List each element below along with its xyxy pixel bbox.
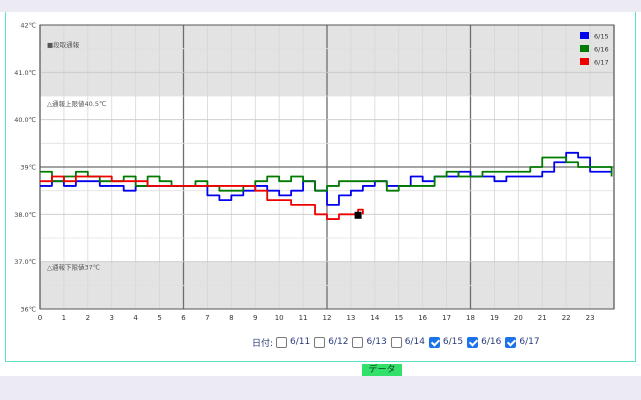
- legend-entry: 6/15: [594, 33, 609, 41]
- legend-entry: 6/17: [594, 59, 609, 67]
- x-tick-label: 10: [275, 314, 284, 322]
- date-option-label: 6/16: [481, 337, 502, 347]
- date-checkbox[interactable]: [352, 336, 364, 348]
- x-tick-label: 22: [562, 314, 571, 322]
- x-tick-label: 16: [418, 314, 427, 322]
- date-option-label: 6/17: [519, 337, 540, 347]
- x-tick-label: 2: [86, 314, 90, 322]
- date-option-6-14[interactable]: 6/14: [390, 336, 425, 348]
- y-tick-label: 38.0℃: [14, 211, 36, 219]
- x-tick-label: 14: [370, 314, 379, 322]
- date-option-label: 6/13: [366, 337, 387, 347]
- x-tick-label: 7: [205, 314, 209, 322]
- y-tick-label: 36℃: [20, 306, 36, 314]
- date-option-6-16[interactable]: 6/16: [467, 336, 502, 348]
- date-checkbox[interactable]: [314, 336, 326, 348]
- x-tick-label: 23: [586, 314, 595, 322]
- legend-swatch: [580, 45, 589, 52]
- x-tick-label: 17: [442, 314, 451, 322]
- band-label: △通報上限値40.5℃: [47, 99, 106, 108]
- date-option-label: 6/12: [328, 337, 349, 347]
- date-option-label: 6/15: [442, 337, 464, 347]
- x-tick-label: 5: [157, 314, 161, 322]
- legend-swatch: [580, 32, 589, 39]
- legend-entry: 6/16: [594, 46, 609, 54]
- x-tick-label: 0: [38, 314, 42, 322]
- x-tick-label: 15: [394, 314, 403, 322]
- x-tick-label: 20: [514, 314, 523, 322]
- band-label: △通報下限値37℃: [47, 262, 100, 271]
- date-option-6-12[interactable]: 6/12: [314, 336, 349, 348]
- x-tick-label: 8: [229, 314, 233, 322]
- y-tick-label: 41.0℃: [14, 69, 36, 77]
- y-tick-label: 39℃: [20, 164, 36, 172]
- x-tick-label: 18: [466, 314, 475, 322]
- date-filter: 日付: 6/11 6/12 6/13 6/14 6/15 6/16 6/17: [252, 334, 544, 350]
- x-tick-label: 19: [490, 314, 499, 322]
- date-filter-label: 日付:: [252, 338, 274, 349]
- date-option-label: 6/14: [404, 337, 425, 347]
- y-tick-label: 42℃: [20, 22, 36, 30]
- x-tick-label: 6: [181, 314, 186, 322]
- x-tick-label: 13: [346, 314, 355, 322]
- x-tick-label: 21: [538, 314, 547, 322]
- date-option-label: 6/11: [290, 337, 311, 347]
- date-checkbox[interactable]: [505, 336, 517, 348]
- x-tick-label: 3: [110, 314, 114, 322]
- window-top-bar: [0, 0, 641, 12]
- date-checkbox[interactable]: [276, 336, 288, 348]
- x-tick-label: 12: [323, 314, 332, 322]
- legend-swatch: [580, 58, 589, 65]
- band-label: ■段取通報: [47, 40, 80, 49]
- frame-border-bottom: [5, 361, 636, 362]
- date-checkbox[interactable]: [467, 336, 479, 348]
- temperature-chart: ■段取通報△通報上限値40.5℃△通報下限値37℃36℃37.0℃38.0℃39…: [14, 22, 615, 322]
- y-tick-label: 40.0℃: [14, 116, 36, 124]
- date-option-6-11[interactable]: 6/11: [276, 336, 311, 348]
- series-end-marker: [354, 211, 362, 219]
- window-bottom-bar: [0, 376, 641, 400]
- y-tick-label: 37.0℃: [14, 258, 36, 266]
- x-tick-label: 4: [133, 314, 138, 322]
- date-option-6-13[interactable]: 6/13: [352, 336, 387, 348]
- date-checkbox[interactable]: [428, 336, 440, 348]
- x-tick-label: 1: [62, 314, 66, 322]
- x-tick-label: 9: [253, 314, 257, 322]
- x-tick-label: 11: [299, 314, 308, 322]
- date-checkbox[interactable]: [390, 336, 402, 348]
- date-option-6-15[interactable]: 6/15: [428, 336, 464, 348]
- date-option-6-17[interactable]: 6/17: [505, 336, 540, 348]
